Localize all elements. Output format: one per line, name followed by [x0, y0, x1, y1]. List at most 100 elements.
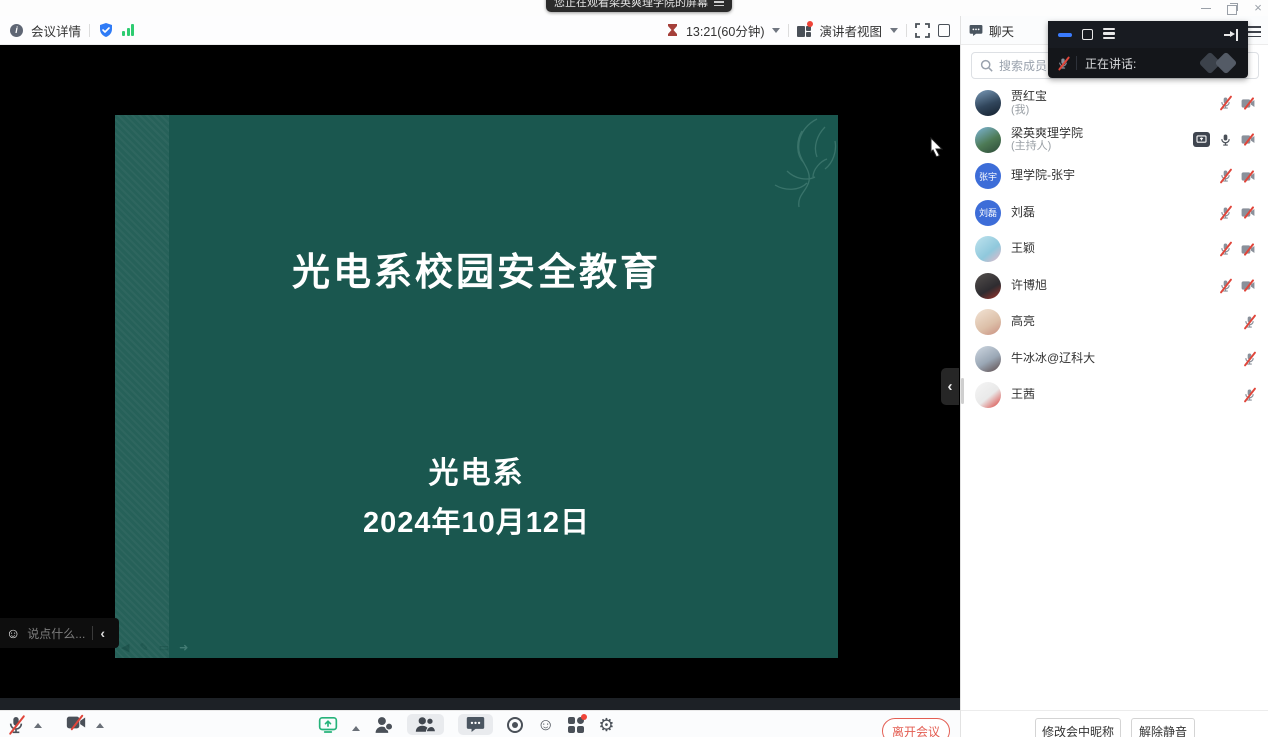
collapse-chat-icon[interactable]: ‹: [100, 625, 105, 641]
window-mode-icon[interactable]: [1082, 29, 1093, 40]
mic-muted-icon[interactable]: [1244, 315, 1255, 329]
invite-member-icon[interactable]: [374, 716, 393, 734]
camera-off-icon[interactable]: [66, 715, 86, 730]
mic-muted-icon[interactable]: [1220, 96, 1231, 110]
member-row[interactable]: 贾红宝 (我): [961, 85, 1268, 122]
avatar: 张宇: [975, 163, 1001, 190]
panel-menu-icon[interactable]: [1247, 26, 1261, 40]
pen-tool-icon[interactable]: ✎: [139, 641, 148, 654]
microphone-muted-icon[interactable]: [8, 715, 24, 735]
minimize-dash-icon[interactable]: [1058, 32, 1072, 37]
next-slide-icon[interactable]: ➜: [179, 641, 188, 654]
unmute-button[interactable]: 解除静音: [1131, 718, 1195, 737]
share-options-icon[interactable]: [352, 726, 360, 731]
view-mode-button[interactable]: 演讲者视图: [819, 21, 882, 40]
presenter-controls[interactable]: ◀ ✎ ▭ ➜: [121, 641, 188, 654]
member-role: (主持人): [1011, 140, 1052, 153]
divider: [788, 23, 790, 37]
mic-muted-icon[interactable]: [1244, 352, 1255, 366]
fullscreen-icon[interactable]: [915, 22, 930, 38]
member-row[interactable]: 梁英爽理学院 (主持人): [961, 122, 1268, 159]
member-row[interactable]: 许博旭: [961, 268, 1268, 305]
member-row[interactable]: 王茜: [961, 377, 1268, 414]
shared-screen-stage: 光电系校园安全教育 光电系 2024年10月12日 ◀ ✎ ▭ ➜ ☺ 说点什么…: [0, 45, 960, 698]
speaking-row: 正在讲话:: [1048, 48, 1248, 78]
record-icon[interactable]: [507, 716, 523, 733]
camera-options-icon[interactable]: [96, 723, 104, 728]
avatar: [975, 126, 1001, 153]
members-button[interactable]: [407, 714, 444, 735]
popout-window-icon[interactable]: [938, 23, 950, 37]
apps-icon[interactable]: [568, 713, 588, 733]
share-screen-icon[interactable]: [318, 716, 338, 733]
speaker-avatars-faded: [1198, 51, 1242, 75]
restore-icon[interactable]: [1226, 2, 1238, 15]
camera-off-icon[interactable]: [1241, 207, 1255, 218]
camera-off-icon[interactable]: [1241, 98, 1255, 109]
close-icon[interactable]: ×: [1252, 1, 1264, 14]
notification-dot: [581, 713, 588, 720]
member-list: 贾红宝 (我) 梁英爽理学院 (主持人) 张宇 理学院-张宇 刘磊 刘磊 王颖 …: [961, 85, 1268, 414]
mic-muted-icon[interactable]: [1220, 279, 1231, 293]
mic-options-icon[interactable]: [34, 723, 42, 728]
mic-muted-icon[interactable]: [1220, 206, 1231, 220]
phoenix-decoration: [774, 118, 837, 208]
member-row[interactable]: 刘磊 刘磊: [961, 195, 1268, 232]
member-row[interactable]: 牛冰冰@辽科大: [961, 341, 1268, 378]
rename-button[interactable]: 修改会中昵称: [1035, 718, 1121, 737]
watching-screen-label: 您正在观看梁英爽理学院的屏幕: [554, 0, 708, 9]
settings-icon[interactable]: ⚙: [598, 716, 614, 734]
camera-off-icon[interactable]: [1241, 280, 1255, 291]
frame-tool-icon[interactable]: ▭: [159, 641, 169, 654]
list-view-icon[interactable]: [1103, 28, 1115, 41]
slide-date: 2024年10月12日: [362, 507, 591, 539]
avatar: [975, 309, 1001, 336]
member-name: 许博旭: [1011, 278, 1048, 292]
tab-chat[interactable]: 聊天: [989, 21, 1014, 40]
mic-muted-icon[interactable]: [1244, 388, 1255, 402]
panel-collapse-handle[interactable]: ‹: [941, 368, 959, 405]
slide-title: 光电系校园安全教育: [291, 252, 661, 294]
quick-chat-placeholder[interactable]: 说点什么...: [27, 625, 85, 642]
tooltip-menu-icon[interactable]: [714, 0, 724, 8]
dock-to-panel-icon[interactable]: [1224, 28, 1238, 41]
member-row[interactable]: 高亮: [961, 304, 1268, 341]
minimize-icon[interactable]: [1200, 2, 1212, 14]
reactions-icon[interactable]: ☺: [537, 715, 554, 734]
member-row[interactable]: 王颖: [961, 231, 1268, 268]
chat-tab-icon: [969, 24, 983, 37]
slide-subtitle: 光电系: [428, 457, 525, 490]
quick-chat-bar[interactable]: ☺ 说点什么... ‹: [0, 618, 119, 648]
mic-on-icon[interactable]: [1220, 133, 1231, 147]
mouse-cursor: [930, 137, 944, 157]
avatar: [975, 272, 1001, 299]
shield-check-icon[interactable]: [98, 22, 114, 38]
camera-off-icon[interactable]: [1241, 244, 1255, 255]
avatar: [975, 90, 1001, 117]
member-row[interactable]: 张宇 理学院-张宇: [961, 158, 1268, 195]
notification-dot: [807, 20, 814, 27]
scrollbar-thumb[interactable]: [961, 378, 964, 404]
view-dropdown-icon[interactable]: [890, 27, 898, 33]
mic-muted-icon[interactable]: [1220, 169, 1231, 183]
chat-button[interactable]: [458, 714, 493, 735]
avatar: [975, 382, 1001, 409]
divider: [92, 626, 94, 640]
meeting-details-button[interactable]: 会议详情: [31, 21, 81, 40]
mic-muted-icon: [1058, 57, 1068, 70]
view-layout-icon: [797, 20, 814, 37]
network-signal-icon[interactable]: [122, 24, 135, 36]
timer-dropdown-icon[interactable]: [772, 27, 781, 33]
leave-meeting-button[interactable]: 离开会议: [882, 718, 950, 737]
camera-off-icon[interactable]: [1241, 171, 1255, 182]
avatar-initials: 刘磊: [978, 208, 997, 219]
member-name: 梁英爽理学院: [1011, 126, 1084, 140]
speaker-indicator-window[interactable]: 正在讲话:: [1048, 21, 1248, 78]
camera-off-icon[interactable]: [1241, 134, 1255, 145]
presentation-slide: 光电系校园安全教育 光电系 2024年10月12日 ◀ ✎ ▭ ➜: [115, 115, 838, 658]
mic-muted-icon[interactable]: [1220, 242, 1231, 256]
titlebar: 您正在观看梁英爽理学院的屏幕 ×: [0, 0, 1268, 16]
emoji-icon[interactable]: ☺: [6, 626, 20, 640]
prev-slide-icon[interactable]: ◀: [121, 641, 129, 654]
meeting-timer: 13:21(60分钟): [685, 24, 765, 39]
